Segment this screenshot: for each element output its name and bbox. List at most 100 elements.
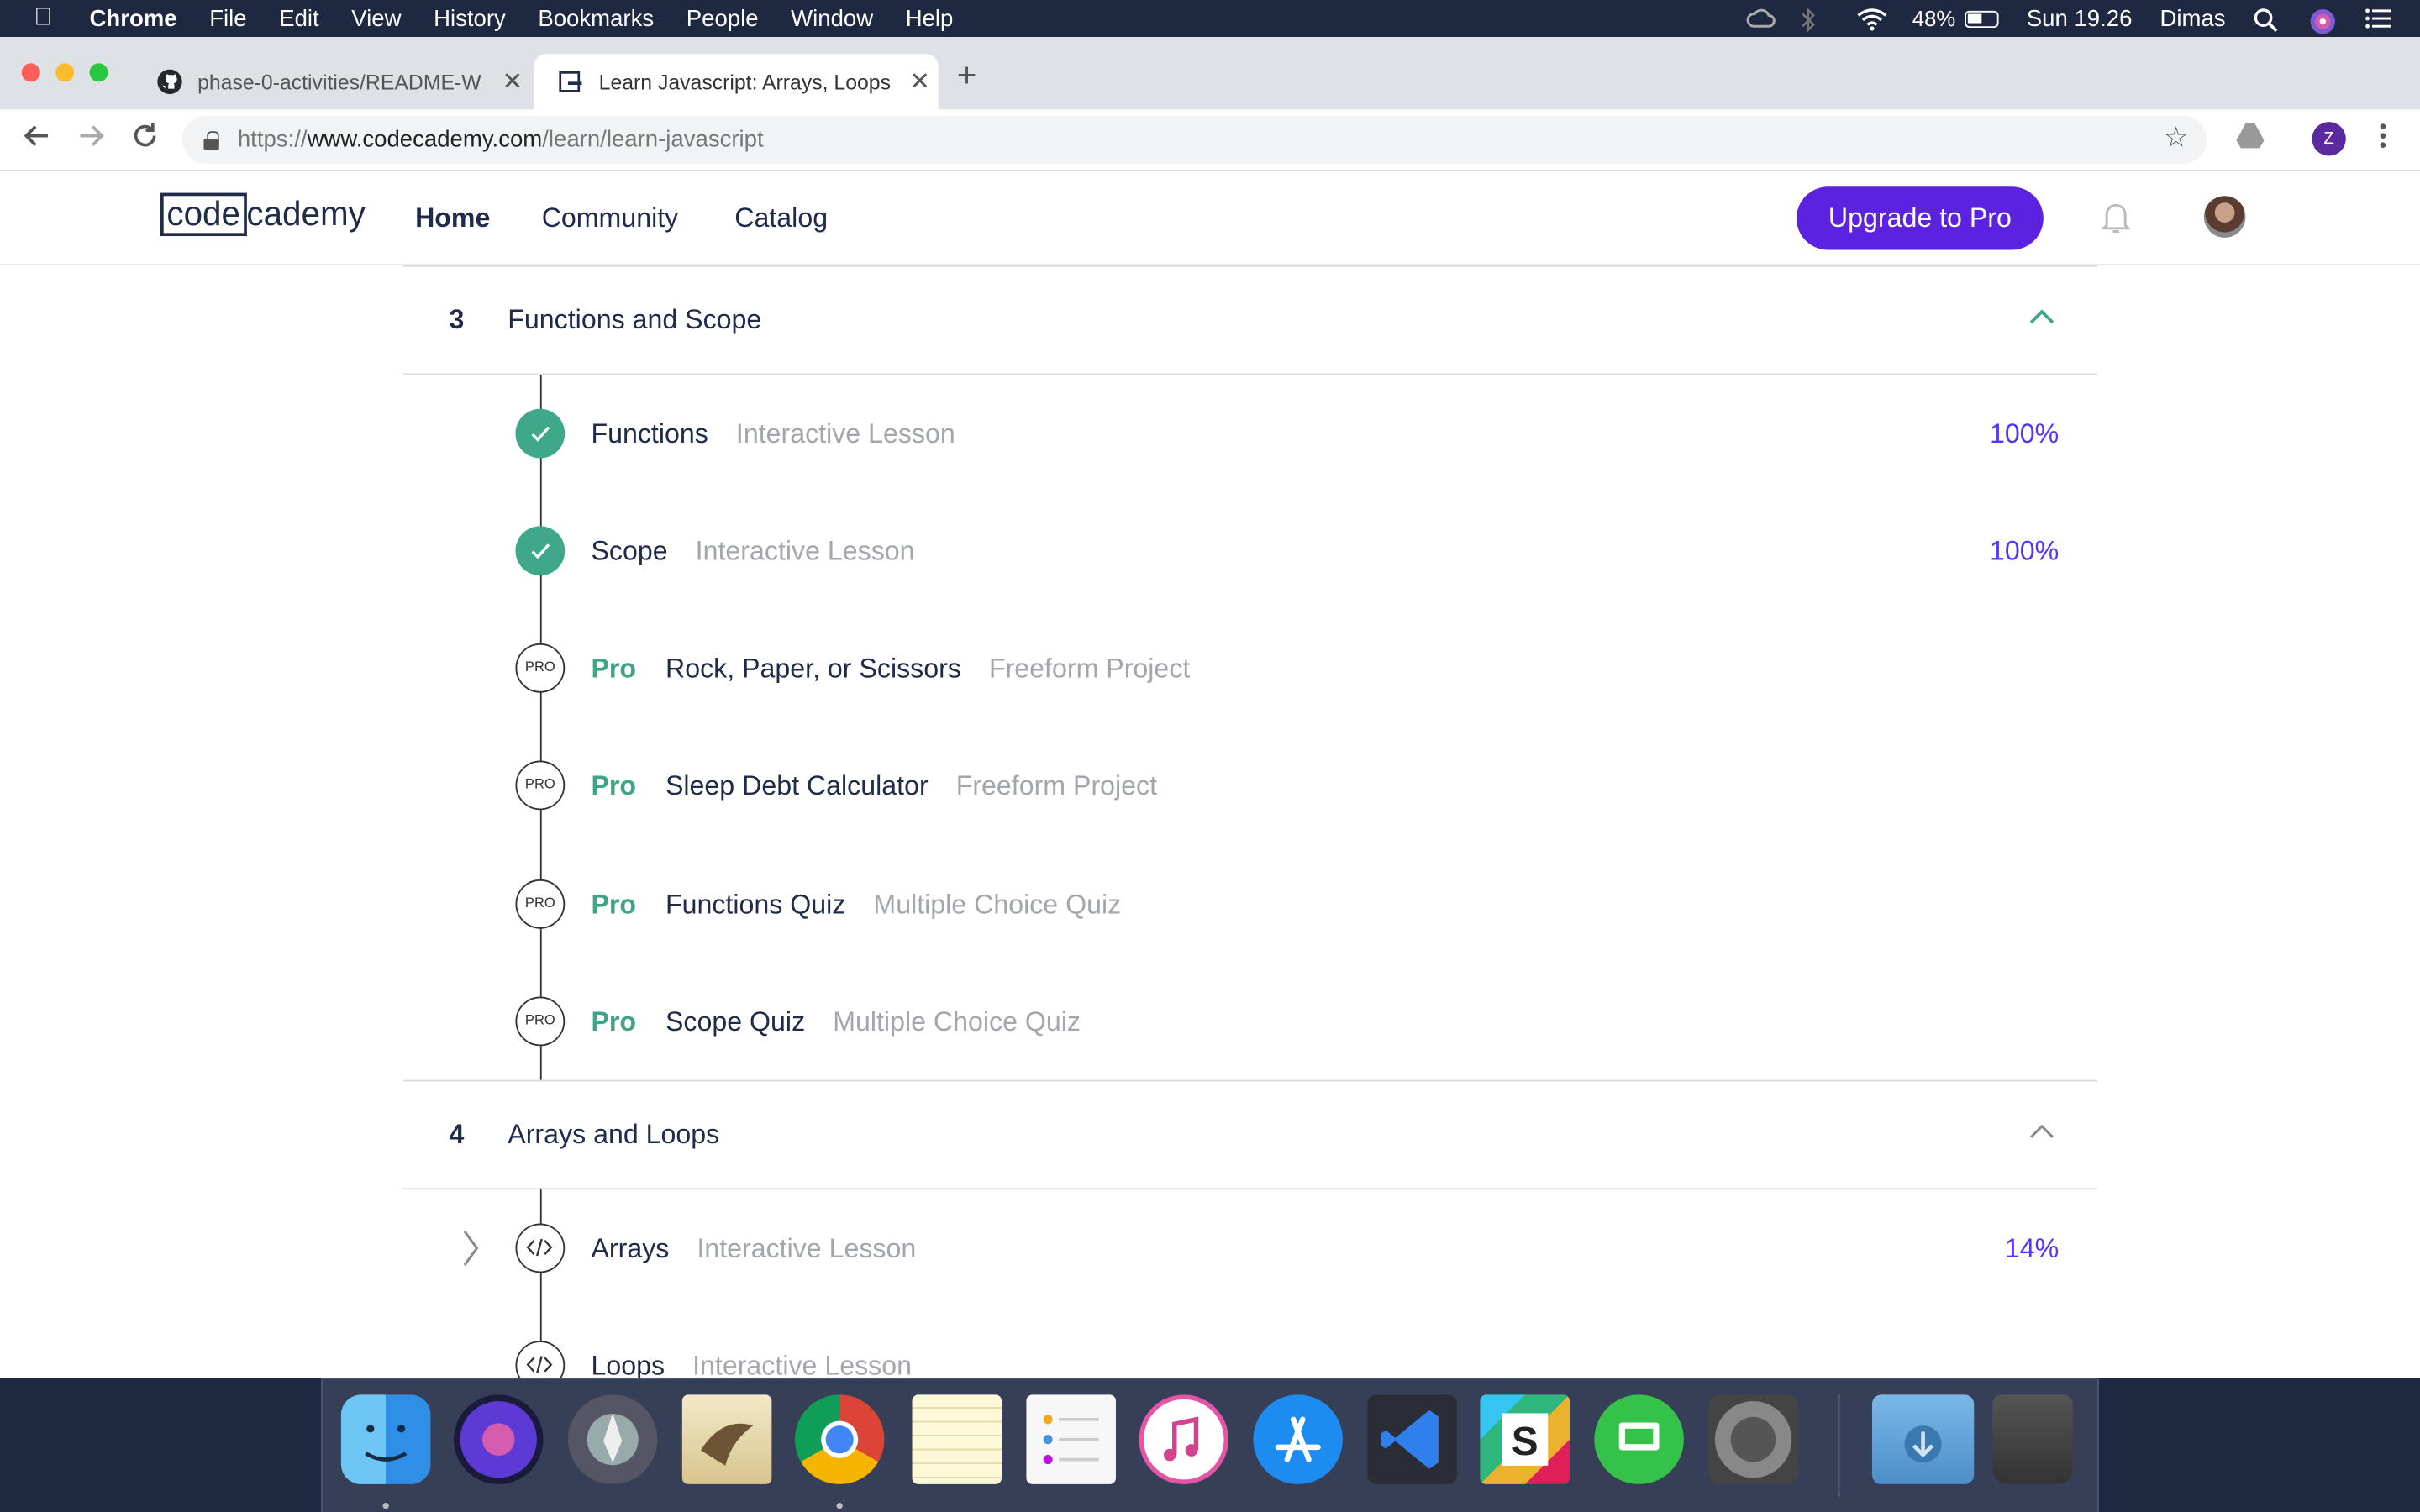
vscode-icon[interactable]: [1367, 1394, 1457, 1484]
lesson-type: Interactive Lesson: [697, 1231, 917, 1263]
svg-text:S: S: [1512, 1420, 1539, 1464]
wifi-icon[interactable]: [1857, 8, 1887, 31]
reminders-icon[interactable]: [1026, 1394, 1116, 1484]
lesson-row-arrays[interactable]: Arrays Interactive Lesson 14%: [515, 1222, 2059, 1274]
close-window-button[interactable]: [21, 63, 40, 82]
lesson-name: Sleep Debt Calculator: [665, 769, 929, 801]
menu-people[interactable]: People: [687, 5, 759, 31]
creative-cloud-icon[interactable]: [1745, 8, 1776, 29]
minimize-window-button[interactable]: [55, 63, 75, 82]
notification-center-icon[interactable]: [2365, 8, 2392, 29]
pro-tag: Pro: [591, 769, 637, 801]
menu-window[interactable]: Window: [791, 5, 873, 31]
downloads-icon[interactable]: [1871, 1394, 1975, 1484]
code-icon: [515, 1341, 566, 1378]
reload-button[interactable]: [127, 122, 164, 157]
forward-button[interactable]: [72, 122, 109, 157]
upgrade-to-pro-button[interactable]: Upgrade to Pro: [1796, 186, 2044, 250]
lesson-type: Interactive Lesson: [695, 534, 915, 566]
codecademy-logo[interactable]: code cademy: [160, 192, 366, 237]
app-store-icon[interactable]: [1253, 1394, 1343, 1484]
check-icon: [515, 408, 566, 459]
bell-icon[interactable]: [2102, 201, 2130, 234]
notes-icon[interactable]: [912, 1394, 1002, 1484]
lesson-row-scope-quiz[interactable]: PRO Pro Scope Quiz Multiple Choice Quiz: [515, 995, 2059, 1047]
close-tab-icon[interactable]: ✕: [494, 66, 531, 97]
chrome-menu-icon[interactable]: [2374, 122, 2392, 157]
lesson-row-rock-paper-scissors[interactable]: PRO Pro Rock, Paper, or Scissors Freefor…: [515, 642, 2059, 694]
lesson-name: Loops: [591, 1349, 666, 1378]
lesson-type: Multiple Choice Quiz: [833, 1005, 1081, 1037]
lesson-name: Scope: [591, 534, 668, 566]
clock[interactable]: Sun 19.26: [2027, 5, 2133, 31]
section-title: Arrays and Loops: [508, 1118, 720, 1150]
mail-icon[interactable]: [681, 1394, 772, 1484]
chevron-right-icon[interactable]: [460, 1228, 481, 1268]
section-number: 3: [449, 303, 465, 335]
lesson-name: Scope Quiz: [665, 1005, 806, 1037]
lesson-row-scope[interactable]: Scope Interactive Lesson 100%: [515, 524, 2059, 576]
section-header-arrays-and-loops[interactable]: 4 Arrays and Loops: [402, 1080, 2098, 1190]
itunes-icon[interactable]: [1139, 1394, 1229, 1484]
chevron-up-icon[interactable]: [2029, 308, 2054, 324]
battery-icon: [1965, 9, 1999, 28]
siri-icon[interactable]: [453, 1394, 544, 1484]
macos-menu-bar:  Chrome File Edit View History Bookmark…: [0, 0, 2420, 38]
menu-edit[interactable]: Edit: [279, 5, 318, 31]
timeline-line: [539, 375, 542, 1080]
menu-history[interactable]: History: [434, 5, 506, 31]
finder-icon[interactable]: [340, 1394, 431, 1484]
back-button[interactable]: [18, 122, 55, 157]
code-icon: [515, 1223, 566, 1273]
screen-sharing-icon[interactable]: [1594, 1394, 1684, 1484]
address-bar[interactable]: https://www.codecademy.com/learn/learn-j…: [182, 115, 2207, 164]
tab-github-readme[interactable]: phase-0-activities/README-W ✕: [133, 54, 531, 109]
new-tab-button[interactable]: +: [957, 55, 977, 96]
section-header-functions-and-scope[interactable]: 3 Functions and Scope: [402, 265, 2098, 375]
chrome-icon[interactable]: [794, 1394, 885, 1484]
lesson-row-functions[interactable]: Functions Interactive Lesson 100%: [515, 407, 2059, 459]
trash-icon[interactable]: [1992, 1394, 2073, 1484]
system-preferences-icon[interactable]: [1708, 1394, 1798, 1484]
screen:  Chrome File Edit View History Bookmark…: [0, 0, 2420, 1512]
running-indicator: [836, 1502, 843, 1509]
lesson-row-loops[interactable]: Loops Interactive Lesson: [515, 1339, 2059, 1378]
maximize-window-button[interactable]: [89, 63, 108, 82]
apple-icon[interactable]: : [34, 5, 65, 33]
user-name[interactable]: Dimas: [2160, 5, 2225, 31]
tab-title: phase-0-activities/README-W: [197, 70, 481, 94]
menu-file[interactable]: File: [209, 5, 246, 31]
profile-avatar-button[interactable]: Z: [2312, 122, 2346, 156]
lesson-row-functions-quiz[interactable]: PRO Pro Functions Quiz Multiple Choice Q…: [515, 878, 2059, 930]
siri-icon[interactable]: [2309, 8, 2337, 34]
nav-community[interactable]: Community: [542, 202, 679, 235]
nav-home[interactable]: Home: [415, 202, 490, 235]
section-number: 4: [449, 1118, 465, 1150]
chevron-up-icon[interactable]: [2029, 1123, 2054, 1138]
battery-status[interactable]: 48%: [1912, 6, 1999, 31]
spotlight-icon[interactable]: [2254, 8, 2281, 33]
dock-separator: [1838, 1394, 1840, 1497]
menu-view[interactable]: View: [351, 5, 401, 31]
drive-extension-icon[interactable]: [2235, 122, 2266, 157]
close-tab-icon[interactable]: ✕: [902, 66, 939, 97]
lock-icon[interactable]: [203, 130, 219, 150]
launchpad-icon[interactable]: [567, 1394, 658, 1484]
arrow-left-icon: [24, 125, 48, 146]
lesson-row-sleep-debt-calculator[interactable]: PRO Pro Sleep Debt Calculator Freeform P…: [515, 759, 2059, 811]
menu-bookmarks[interactable]: Bookmarks: [538, 5, 654, 31]
bluetooth-icon[interactable]: [1802, 7, 1829, 33]
bookmark-star-icon[interactable]: ☆: [2164, 122, 2189, 155]
course-syllabus: 3 Functions and Scope Functions Interact…: [0, 265, 2420, 1378]
menu-chrome[interactable]: Chrome: [90, 5, 177, 31]
lesson-type: Interactive Lesson: [735, 417, 955, 449]
battery-percent: 48%: [1912, 6, 1956, 31]
nav-catalog[interactable]: Catalog: [734, 202, 828, 235]
menu-help[interactable]: Help: [906, 5, 954, 31]
pro-badge-icon: PRO: [515, 879, 566, 929]
slides-icon[interactable]: S: [1480, 1394, 1570, 1484]
user-avatar[interactable]: [2203, 196, 2246, 238]
pro-badge-icon: PRO: [515, 760, 566, 811]
pro-tag: Pro: [591, 1005, 637, 1037]
tab-learn-javascript[interactable]: Learn Javascript: Arrays, Loops ✕: [534, 54, 939, 110]
